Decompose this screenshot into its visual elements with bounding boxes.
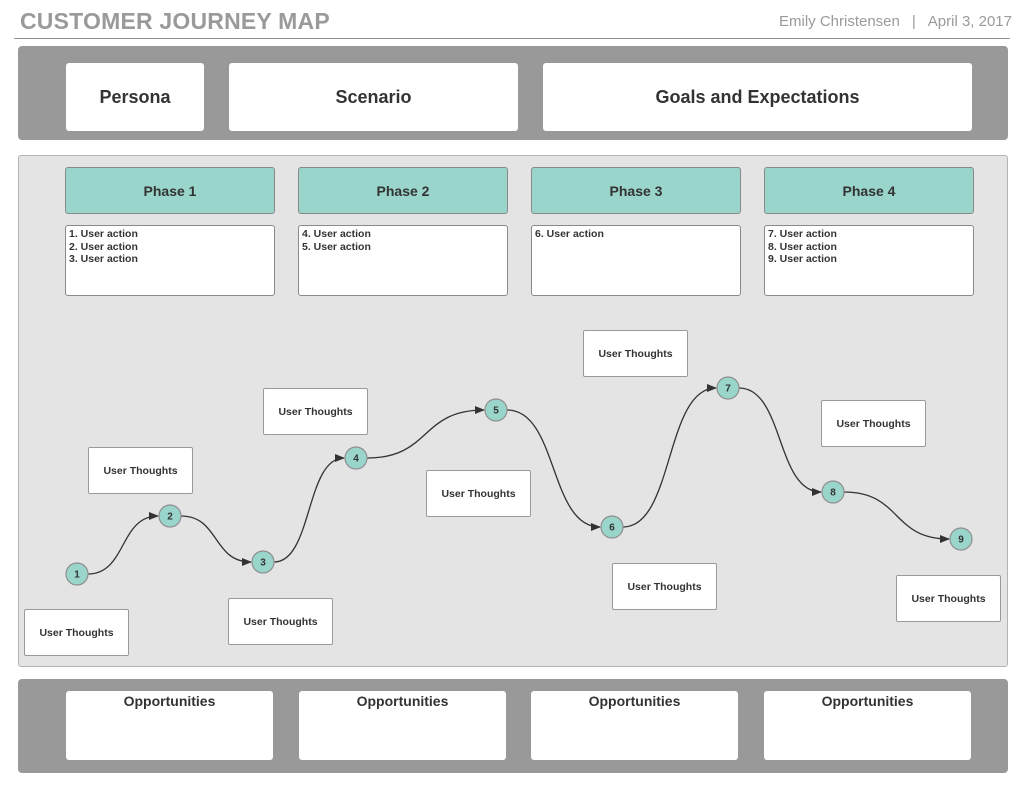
journey-step-node[interactable]: 1 [65, 562, 89, 586]
opportunities-card-3[interactable]: Opportunities [531, 691, 738, 760]
journey-connector-arrow [273, 454, 345, 563]
step-number: 1 [74, 570, 80, 581]
journey-step-node[interactable]: 3 [251, 550, 275, 574]
opportunities-label: Opportunities [588, 693, 681, 709]
opportunities-label: Opportunities [821, 693, 914, 709]
step-number: 5 [493, 406, 499, 417]
journey-step-node[interactable]: 8 [821, 480, 845, 504]
step-number: 2 [167, 512, 173, 523]
opportunities-label: Opportunities [123, 693, 216, 709]
step-number: 3 [260, 558, 266, 569]
journey-connector-arrow [180, 515, 252, 566]
opportunities-card-4[interactable]: Opportunities [764, 691, 971, 760]
journey-curve: 1 2 3 4 5 6 7 8 9 [65, 376, 973, 586]
journey-step-node[interactable]: 4 [344, 446, 368, 470]
step-number: 7 [725, 384, 731, 395]
step-number: 8 [830, 488, 836, 499]
journey-step-node[interactable]: 6 [600, 515, 624, 539]
journey-step-node[interactable]: 7 [716, 376, 740, 400]
step-number: 9 [958, 535, 964, 546]
opportunities-label: Opportunities [356, 693, 449, 709]
opportunities-band: Opportunities Opportunities Opportunitie… [18, 679, 1008, 773]
journey-step-node[interactable]: 5 [484, 398, 508, 422]
step-number: 4 [353, 454, 359, 465]
opportunities-card-1[interactable]: Opportunities [66, 691, 273, 760]
journey-nodes: 1 2 3 4 5 6 7 8 9 [65, 376, 973, 586]
journey-connector-arrow [366, 406, 485, 459]
opportunities-card-2[interactable]: Opportunities [299, 691, 506, 760]
journey-connector-arrow [506, 409, 601, 531]
journey-connector-arrow [622, 384, 717, 528]
journey-connector-arrow [87, 512, 159, 575]
journey-connector-arrow [738, 387, 822, 496]
journey-connectors [87, 384, 950, 575]
journey-step-node[interactable]: 2 [158, 504, 182, 528]
journey-step-node[interactable]: 9 [949, 527, 973, 551]
journey-connector-arrow [843, 491, 950, 543]
step-number: 6 [609, 523, 615, 534]
